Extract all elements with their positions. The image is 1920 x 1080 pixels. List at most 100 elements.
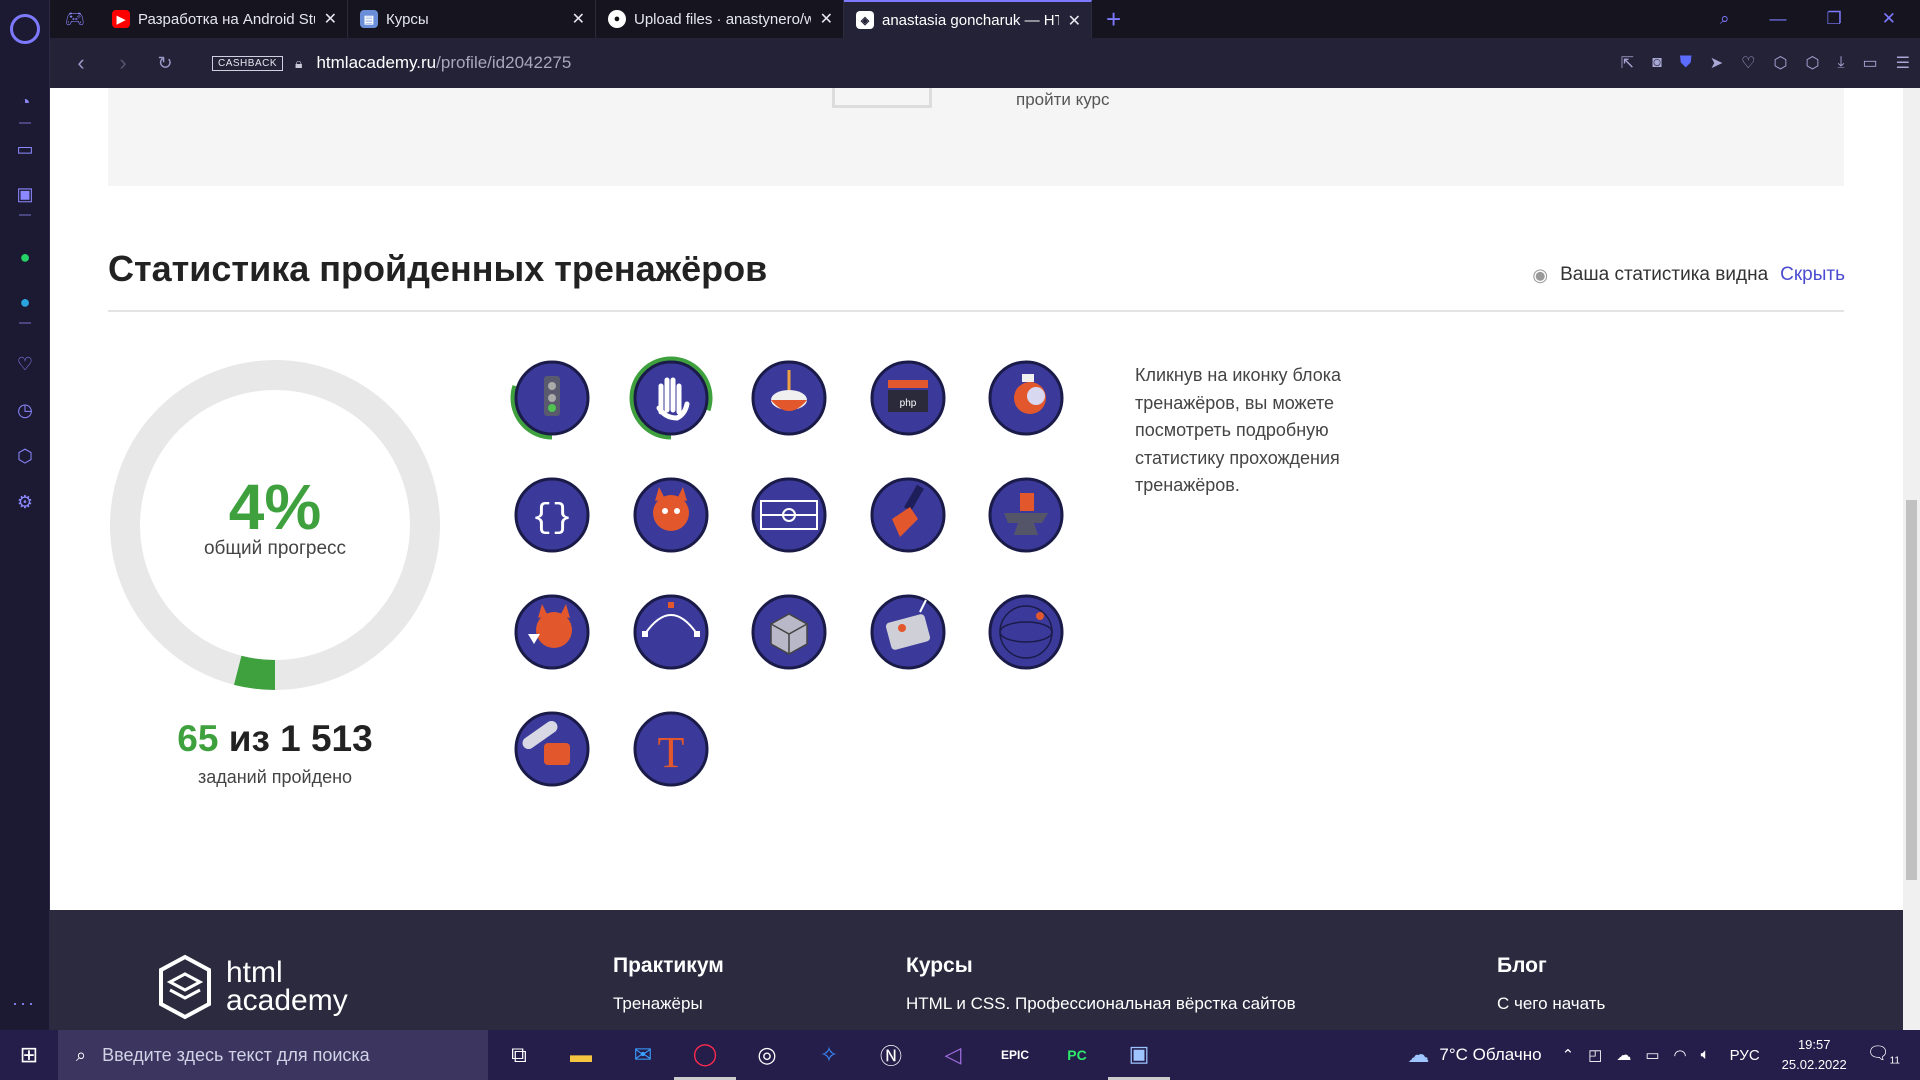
trainer-paint-brush[interactable]: [866, 473, 950, 557]
footer-heading[interactable]: Курсы: [906, 954, 1296, 978]
battery-icon[interactable]: ▭: [1645, 1046, 1659, 1064]
volume-icon[interactable]: 🔈︎: [1701, 1046, 1710, 1064]
vpn-shield-icon[interactable]: ⛊: [1680, 54, 1692, 72]
photos-icon[interactable]: ▣: [1108, 1030, 1170, 1080]
trainer-chainsaw[interactable]: [510, 707, 594, 791]
mail-icon[interactable]: ✉: [612, 1030, 674, 1080]
share-icon[interactable]: ⇱: [1621, 53, 1634, 73]
trainer-cat-with-glass[interactable]: [629, 473, 713, 557]
settings-gear-icon[interactable]: ⚙: [13, 490, 37, 514]
wifi-icon[interactable]: ◠: [1674, 1046, 1687, 1064]
download-icon[interactable]: ⤓: [1837, 54, 1844, 72]
close-window-icon[interactable]: ✕: [1882, 9, 1896, 29]
opera-icon[interactable]: ◯: [674, 1030, 736, 1080]
heart-icon[interactable]: ♡: [13, 352, 37, 376]
url-field[interactable]: htmlacademy.ru/profile/id2042275: [316, 53, 571, 73]
twitch-icon[interactable]: ▣: [13, 182, 37, 206]
htmlacademy-logo[interactable]: html academy: [158, 954, 348, 1020]
trainer-football-field[interactable]: [747, 473, 831, 557]
notification-center-icon[interactable]: 🗨︎11: [1867, 1043, 1900, 1067]
robot-box-icon: [870, 594, 945, 670]
footer-heading[interactable]: Блог: [1497, 954, 1605, 978]
send-icon[interactable]: ➤: [1710, 53, 1723, 73]
heart-icon[interactable]: ♡: [1741, 53, 1755, 73]
tab-github[interactable]: ● Upload files · anastynero/w ✕: [596, 0, 844, 38]
close-tab-icon[interactable]: ✕: [820, 9, 833, 29]
tab-android[interactable]: ▶ Разработка на Android Stu ✕: [100, 0, 348, 38]
telegram-icon[interactable]: ●: [13, 290, 37, 314]
camera-icon[interactable]: ◰: [1588, 1046, 1602, 1064]
visual-studio-icon[interactable]: ◁: [922, 1030, 984, 1080]
history-clock-icon[interactable]: ◷: [13, 398, 37, 422]
camera-icon[interactable]: ◙: [1652, 54, 1662, 72]
weather-widget[interactable]: ☁ 7°C Облачно: [1407, 1042, 1541, 1068]
lock-icon[interactable]: 🔒︎: [295, 55, 302, 72]
take-course-link[interactable]: пройти курс: [1016, 90, 1110, 110]
footer-link[interactable]: Тренажёры: [613, 994, 724, 1014]
trainer-braces[interactable]: {}: [510, 473, 594, 557]
notion-icon[interactable]: Ⓝ: [860, 1030, 922, 1080]
footer-heading[interactable]: Практикум: [613, 954, 724, 978]
chevron-up-icon[interactable]: ⌃: [1562, 1046, 1575, 1064]
footer-link[interactable]: С чего начать: [1497, 994, 1605, 1014]
trainer-rubik-cube[interactable]: [747, 590, 831, 674]
tab-courses[interactable]: ▤ Курсы ✕: [348, 0, 596, 38]
task-view-icon[interactable]: ⧉: [488, 1030, 550, 1080]
search-tabs-icon[interactable]: ⌕: [1720, 9, 1730, 29]
page-scrollbar[interactable]: [1903, 88, 1920, 1030]
clock[interactable]: 19:57 25.02.2022: [1782, 1035, 1847, 1075]
svg-text:{}: {}: [532, 500, 573, 538]
trainer-hand[interactable]: [629, 356, 713, 440]
trainer-spinning-top[interactable]: [747, 356, 831, 440]
trainer-anvil[interactable]: [984, 473, 1068, 557]
trainer-robot-box[interactable]: [866, 590, 950, 674]
forward-icon[interactable]: ›: [112, 50, 134, 76]
scrollbar-thumb[interactable]: [1906, 500, 1917, 880]
warning-icon[interactable]: ☁: [1616, 1046, 1631, 1064]
trainer-typography-t[interactable]: T: [629, 707, 713, 791]
restore-icon[interactable]: ❐: [1827, 9, 1842, 29]
reload-icon[interactable]: ↻: [154, 53, 176, 74]
cat-cocktail-icon: [514, 594, 590, 670]
steam-icon[interactable]: ◎: [736, 1030, 798, 1080]
pycharm-icon[interactable]: PC: [1046, 1030, 1108, 1080]
trainer-php-clapper[interactable]: php: [866, 356, 950, 440]
file-explorer-icon[interactable]: ▬: [550, 1030, 612, 1080]
gamepad-icon[interactable]: 🎮︎: [50, 0, 100, 38]
trainer-sphere-grid[interactable]: [984, 590, 1068, 674]
close-tab-icon[interactable]: ✕: [1068, 11, 1081, 31]
trainer-traffic-light[interactable]: [510, 356, 594, 440]
app-icon[interactable]: ✧: [798, 1030, 860, 1080]
box-icon[interactable]: ⬡: [1774, 53, 1788, 73]
epic-games-icon[interactable]: EPIC: [984, 1030, 1046, 1080]
typography-t-icon: T: [633, 711, 708, 787]
whatsapp-icon[interactable]: ●: [13, 245, 37, 269]
taskbar-search-box[interactable]: ⌕ Введите здесь текст для поиска: [58, 1030, 488, 1080]
cloud-icon: ☁: [1407, 1042, 1430, 1067]
cashback-badge[interactable]: CASHBACK: [212, 55, 284, 71]
opera-logo-icon[interactable]: [10, 14, 40, 44]
minimize-icon[interactable]: —: [1770, 9, 1787, 29]
trainer-bezier-curve[interactable]: [629, 590, 713, 674]
new-tab-button[interactable]: +: [1106, 4, 1121, 35]
logo-text: html academy: [226, 958, 348, 1016]
close-tab-icon[interactable]: ✕: [324, 9, 337, 29]
more-dots-icon[interactable]: ···: [12, 993, 36, 1014]
close-tab-icon[interactable]: ✕: [572, 9, 585, 29]
language-indicator[interactable]: РУС: [1730, 1047, 1760, 1064]
box-icon[interactable]: ⬡: [1805, 53, 1819, 73]
speed-dial-icon[interactable]: ◔: [13, 90, 37, 114]
footer-link[interactable]: HTML и CSS. Профессиональная вёрстка сай…: [906, 994, 1296, 1014]
back-icon[interactable]: ‹: [70, 50, 92, 76]
tab-htmlacademy[interactable]: ◈ anastasia goncharuk — HTI ✕: [844, 0, 1092, 38]
trainer-cat-cocktail[interactable]: [510, 590, 594, 674]
diving-helmet-icon: [988, 360, 1064, 436]
trainer-diving-helmet[interactable]: [984, 356, 1068, 440]
hide-stats-link[interactable]: Скрыть: [1780, 264, 1845, 286]
cube-icon[interactable]: ⬡: [13, 444, 37, 468]
menu-icon[interactable]: ☰: [1896, 53, 1910, 73]
battery-icon[interactable]: ▭: [1863, 53, 1878, 73]
anvil-icon: [988, 477, 1064, 553]
briefcase-icon[interactable]: ▭: [13, 137, 37, 161]
windows-start-icon[interactable]: ⊞: [0, 1030, 58, 1080]
